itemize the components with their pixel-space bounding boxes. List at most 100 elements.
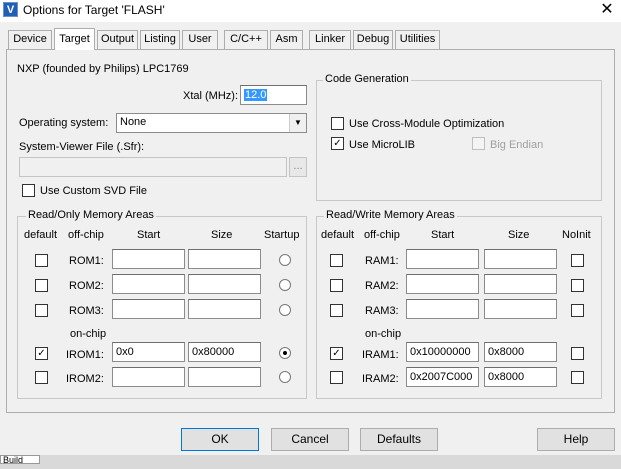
tab-user[interactable]: User (182, 30, 218, 49)
os-value: None (120, 116, 147, 128)
ro-header-default: default (24, 229, 58, 241)
chevron-down-icon[interactable]: ▼ (289, 114, 306, 132)
os-label: Operating system: (19, 117, 109, 129)
irom1-startup-radio[interactable] (279, 347, 291, 359)
ram1-start-input[interactable] (406, 249, 479, 269)
ram3-size-input[interactable] (484, 299, 557, 319)
code-generation-title: Code Generation (323, 73, 411, 86)
tab-target[interactable]: Target (54, 28, 95, 50)
iram1-size-input[interactable]: 0x8000 (484, 342, 557, 362)
irom2-start-input[interactable] (112, 367, 185, 387)
iram1-noinit-checkbox[interactable] (571, 347, 584, 360)
ram2-label: RAM2: (365, 280, 399, 292)
rw-header-noinit: NoInit (562, 229, 591, 241)
custom-svd-label: Use Custom SVD File (40, 185, 147, 197)
rom3-start-input[interactable] (112, 299, 185, 319)
check-icon: ✓ (333, 138, 342, 149)
ram3-label: RAM3: (365, 305, 399, 317)
sysviewer-input[interactable] (19, 157, 287, 177)
tab-utilities[interactable]: Utilities (395, 30, 440, 49)
iram2-noinit-checkbox[interactable] (571, 371, 584, 384)
ram1-size-input[interactable] (484, 249, 557, 269)
irom2-startup-radio[interactable] (279, 371, 291, 383)
os-select[interactable]: None ▼ (116, 113, 307, 133)
rom2-startup-radio[interactable] (279, 279, 291, 291)
ro-header-start: Start (137, 229, 161, 241)
irom1-default-checkbox[interactable]: ✓ (35, 347, 48, 360)
ro-memory-title: Read/Only Memory Areas (26, 209, 156, 222)
cancel-button[interactable]: Cancel (271, 428, 349, 451)
rom2-size-input[interactable] (188, 274, 261, 294)
custom-svd-checkbox[interactable] (22, 184, 35, 197)
tab-linker[interactable]: Linker (309, 30, 351, 49)
rom1-size-input[interactable] (188, 249, 261, 269)
tab-output[interactable]: Output (97, 30, 138, 49)
cross-module-checkbox[interactable] (331, 117, 344, 130)
irom1-start-input[interactable]: 0x0 (112, 342, 185, 362)
rw-header-default: default (321, 229, 355, 241)
iram2-size-input[interactable]: 0x8000 (484, 367, 557, 387)
rom3-startup-radio[interactable] (279, 304, 291, 316)
ram2-default-checkbox[interactable] (330, 279, 343, 292)
defaults-button[interactable]: Defaults (360, 428, 438, 451)
window-title: Options for Target 'FLASH' (23, 3, 165, 17)
big-endian-checkbox[interactable] (472, 137, 485, 150)
taskbar-item[interactable]: Build (0, 455, 40, 464)
rom2-start-input[interactable] (112, 274, 185, 294)
ram3-start-input[interactable] (406, 299, 479, 319)
ram1-label: RAM1: (365, 255, 399, 267)
irom1-size-input[interactable]: 0x80000 (188, 342, 261, 362)
app-icon: V (3, 2, 18, 17)
ro-header-offchip: off-chip (68, 229, 104, 241)
iram2-label: IRAM2: (362, 373, 399, 385)
rom2-label: ROM2: (69, 280, 104, 292)
xtal-input[interactable]: 12.0 (240, 85, 307, 105)
ok-button[interactable]: OK (181, 428, 259, 451)
ram3-default-checkbox[interactable] (330, 304, 343, 317)
rom3-default-checkbox[interactable] (35, 304, 48, 317)
ram1-default-checkbox[interactable] (330, 254, 343, 267)
help-button[interactable]: Help (537, 428, 615, 451)
microlib-checkbox[interactable]: ✓ (331, 137, 344, 150)
rom1-default-checkbox[interactable] (35, 254, 48, 267)
ram2-start-input[interactable] (406, 274, 479, 294)
irom2-size-input[interactable] (188, 367, 261, 387)
iram1-label: IRAM1: (362, 349, 399, 361)
rom2-default-checkbox[interactable] (35, 279, 48, 292)
irom2-default-checkbox[interactable] (35, 371, 48, 384)
iram2-start-input[interactable]: 0x2007C000 (406, 367, 479, 387)
rw-header-offchip: off-chip (364, 229, 400, 241)
xtal-label: Xtal (MHz): (183, 90, 238, 102)
xtal-value: 12.0 (244, 89, 268, 101)
tab-debug[interactable]: Debug (353, 30, 393, 49)
rom1-start-input[interactable] (112, 249, 185, 269)
rom3-size-input[interactable] (188, 299, 261, 319)
irom1-label: IROM1: (66, 349, 104, 361)
rom3-label: ROM3: (69, 305, 104, 317)
rom1-startup-radio[interactable] (279, 254, 291, 266)
sysviewer-browse-button[interactable]: ... (289, 157, 307, 177)
iram2-default-checkbox[interactable] (330, 371, 343, 384)
ram1-noinit-checkbox[interactable] (571, 254, 584, 267)
ram3-noinit-checkbox[interactable] (571, 304, 584, 317)
rw-header-size: Size (508, 229, 530, 241)
tab-cpp[interactable]: C/C++ (224, 30, 268, 49)
check-icon: ✓ (37, 348, 46, 359)
ro-onchip-label: on-chip (70, 328, 107, 340)
ro-header-startup: Startup (264, 229, 300, 241)
tab-device[interactable]: Device (8, 30, 52, 49)
rw-onchip-label: on-chip (365, 328, 402, 340)
tab-listing[interactable]: Listing (140, 30, 180, 49)
tab-asm[interactable]: Asm (270, 30, 303, 49)
rw-header-start: Start (431, 229, 455, 241)
iram1-default-checkbox[interactable]: ✓ (330, 347, 343, 360)
rom1-label: ROM1: (69, 255, 104, 267)
microlib-label: Use MicroLIB (349, 139, 416, 151)
ram2-noinit-checkbox[interactable] (571, 279, 584, 292)
ro-header-size: Size (211, 229, 233, 241)
close-icon[interactable]: ✕ (596, 0, 618, 20)
iram1-start-input[interactable]: 0x10000000 (406, 342, 479, 362)
taskbar (0, 455, 621, 469)
ram2-size-input[interactable] (484, 274, 557, 294)
check-icon: ✓ (332, 348, 341, 359)
